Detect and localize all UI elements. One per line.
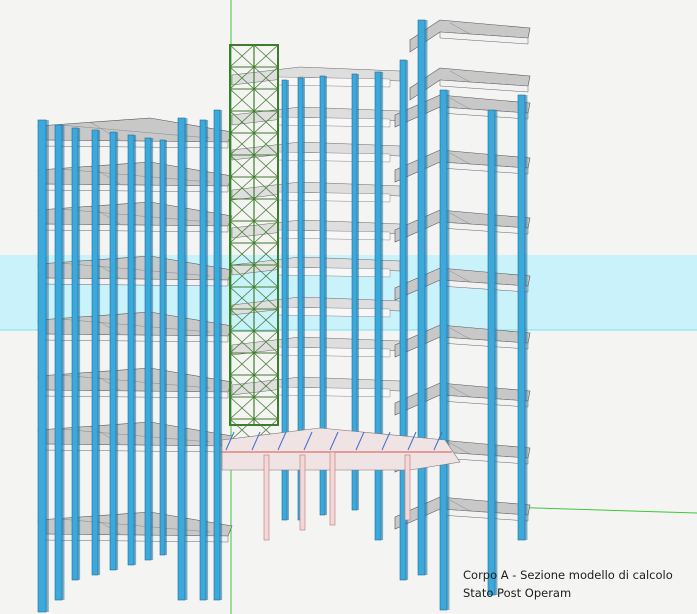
structural-model-3d-view bbox=[0, 0, 697, 614]
column-left-10 bbox=[199, 119, 209, 601]
ground-pilaster-2 bbox=[299, 454, 306, 531]
column-left-11 bbox=[213, 109, 223, 601]
column-left-5 bbox=[109, 131, 119, 571]
steel-bracing-tower bbox=[229, 44, 279, 442]
floor-slab-right-5 bbox=[394, 209, 531, 243]
column-left-2 bbox=[54, 124, 65, 601]
column-left-9 bbox=[177, 117, 188, 601]
ground-pilaster-3 bbox=[329, 451, 336, 526]
ground-pilaster-1 bbox=[263, 454, 270, 541]
column-left-8 bbox=[159, 139, 167, 556]
ground-pilaster-4 bbox=[404, 454, 411, 521]
column-right-2 bbox=[417, 19, 428, 576]
floor-slab-right-8 bbox=[394, 382, 531, 416]
column-right-4 bbox=[487, 109, 498, 596]
column-left-4 bbox=[91, 129, 101, 576]
caption-title: Corpo A - Sezione modello di calcolo bbox=[463, 568, 673, 582]
floor-slab-right-1 bbox=[409, 19, 531, 53]
caption-subtitle: Stato Post Operam bbox=[463, 586, 572, 600]
column-right-5 bbox=[517, 94, 528, 541]
column-left-7 bbox=[144, 137, 154, 561]
column-right-3 bbox=[439, 89, 450, 611]
floor-slab-right-2 bbox=[409, 67, 531, 101]
column-left-1 bbox=[37, 119, 49, 613]
floor-slab-right-10 bbox=[394, 496, 531, 530]
floor-slab-right-3 bbox=[394, 94, 531, 128]
floor-slab-right-4 bbox=[394, 149, 531, 183]
figure-caption: Corpo A - Sezione modello di calcolo Sta… bbox=[463, 566, 673, 602]
column-left-6 bbox=[127, 134, 137, 566]
column-left-3 bbox=[71, 127, 81, 581]
